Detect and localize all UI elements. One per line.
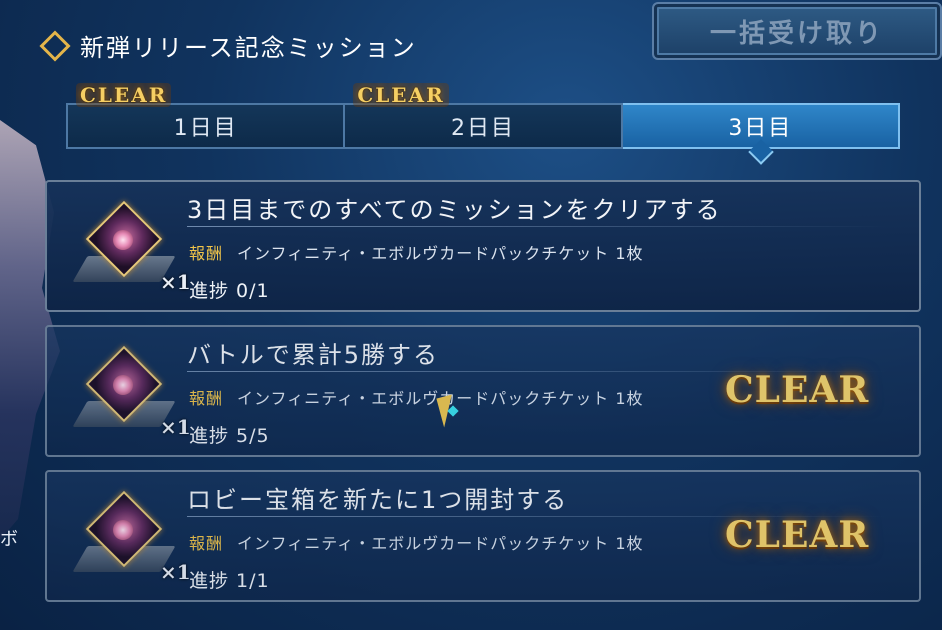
- mission-progress: 進捗 0/1: [189, 280, 270, 302]
- diamond-icon: [39, 29, 71, 62]
- reward-text: インフィニティ・エボルヴカードパックチケット 1枚: [237, 534, 644, 553]
- mission-title: バトルで累計5勝する: [187, 341, 439, 369]
- bulk-receive-button[interactable]: 一括受け取り: [652, 2, 942, 60]
- reward-quantity: ×1: [160, 560, 191, 584]
- page-title: 新弾リリース記念ミッション: [39, 28, 417, 63]
- mission-reward: 報酬 インフィニティ・エボルヴカードパックチケット 1枚: [189, 530, 644, 554]
- reward-text: インフィニティ・エボルヴカードパックチケット 1枚: [237, 244, 644, 263]
- tab-label: 2日目: [450, 116, 515, 141]
- tab-label: 3日目: [728, 116, 793, 141]
- mission-progress: 進捗 1/1: [189, 570, 270, 592]
- background-text-fragment: ボ: [0, 529, 18, 550]
- tab-day-3[interactable]: 3日目: [622, 103, 900, 165]
- mission-title: 3日目までのすべてのミッションをクリアする: [187, 196, 722, 224]
- mission-reward: 報酬 インフィニティ・エボルヴカードパックチケット 1枚: [189, 385, 644, 409]
- mission-title: ロビー宝箱を新たに1つ開封する: [187, 486, 569, 514]
- tab-day-1[interactable]: CLEAR 1日目: [66, 83, 346, 149]
- pack-ticket-icon: ×1: [72, 345, 191, 449]
- tab-label: 1日目: [173, 116, 238, 141]
- mission-card[interactable]: ×1 ロビー宝箱を新たに1つ開封する 報酬 インフィニティ・エボルヴカードパックチ…: [45, 470, 921, 602]
- pack-ticket-icon: ×1: [72, 490, 191, 594]
- reward-label: 報酬: [189, 534, 224, 553]
- tab-clear-badge: CLEAR: [353, 83, 449, 107]
- reward-quantity: ×1: [160, 270, 191, 294]
- reward-label: 報酬: [189, 244, 224, 263]
- mission-list: ×1 3日目までのすべてのミッションをクリアする 報酬 インフィニティ・エボルヴカ…: [45, 180, 921, 615]
- tab-clear-badge: CLEAR: [76, 83, 172, 107]
- clear-stamp: CLEAR: [725, 369, 870, 411]
- mission-card[interactable]: ×1 バトルで累計5勝する 報酬 インフィニティ・エボルヴカードパックチケット 1…: [45, 325, 921, 457]
- pack-ticket-icon: ×1: [72, 200, 191, 304]
- active-tab-indicator: [748, 139, 775, 165]
- page-title-text: 新弾リリース記念ミッション: [80, 34, 417, 62]
- tab-day-2[interactable]: CLEAR 2日目: [345, 83, 623, 149]
- mission-progress: 進捗 5/5: [189, 425, 270, 447]
- reward-label: 報酬: [189, 389, 224, 408]
- mission-card[interactable]: ×1 3日目までのすべてのミッションをクリアする 報酬 インフィニティ・エボルヴカ…: [45, 180, 921, 312]
- divider: [187, 226, 887, 227]
- mission-reward: 報酬 インフィニティ・エボルヴカードパックチケット 1枚: [189, 240, 644, 264]
- day-tabs: CLEAR 1日目 CLEAR 2日目 3日目: [66, 83, 900, 165]
- clear-stamp: CLEAR: [725, 514, 870, 556]
- reward-quantity: ×1: [160, 415, 191, 439]
